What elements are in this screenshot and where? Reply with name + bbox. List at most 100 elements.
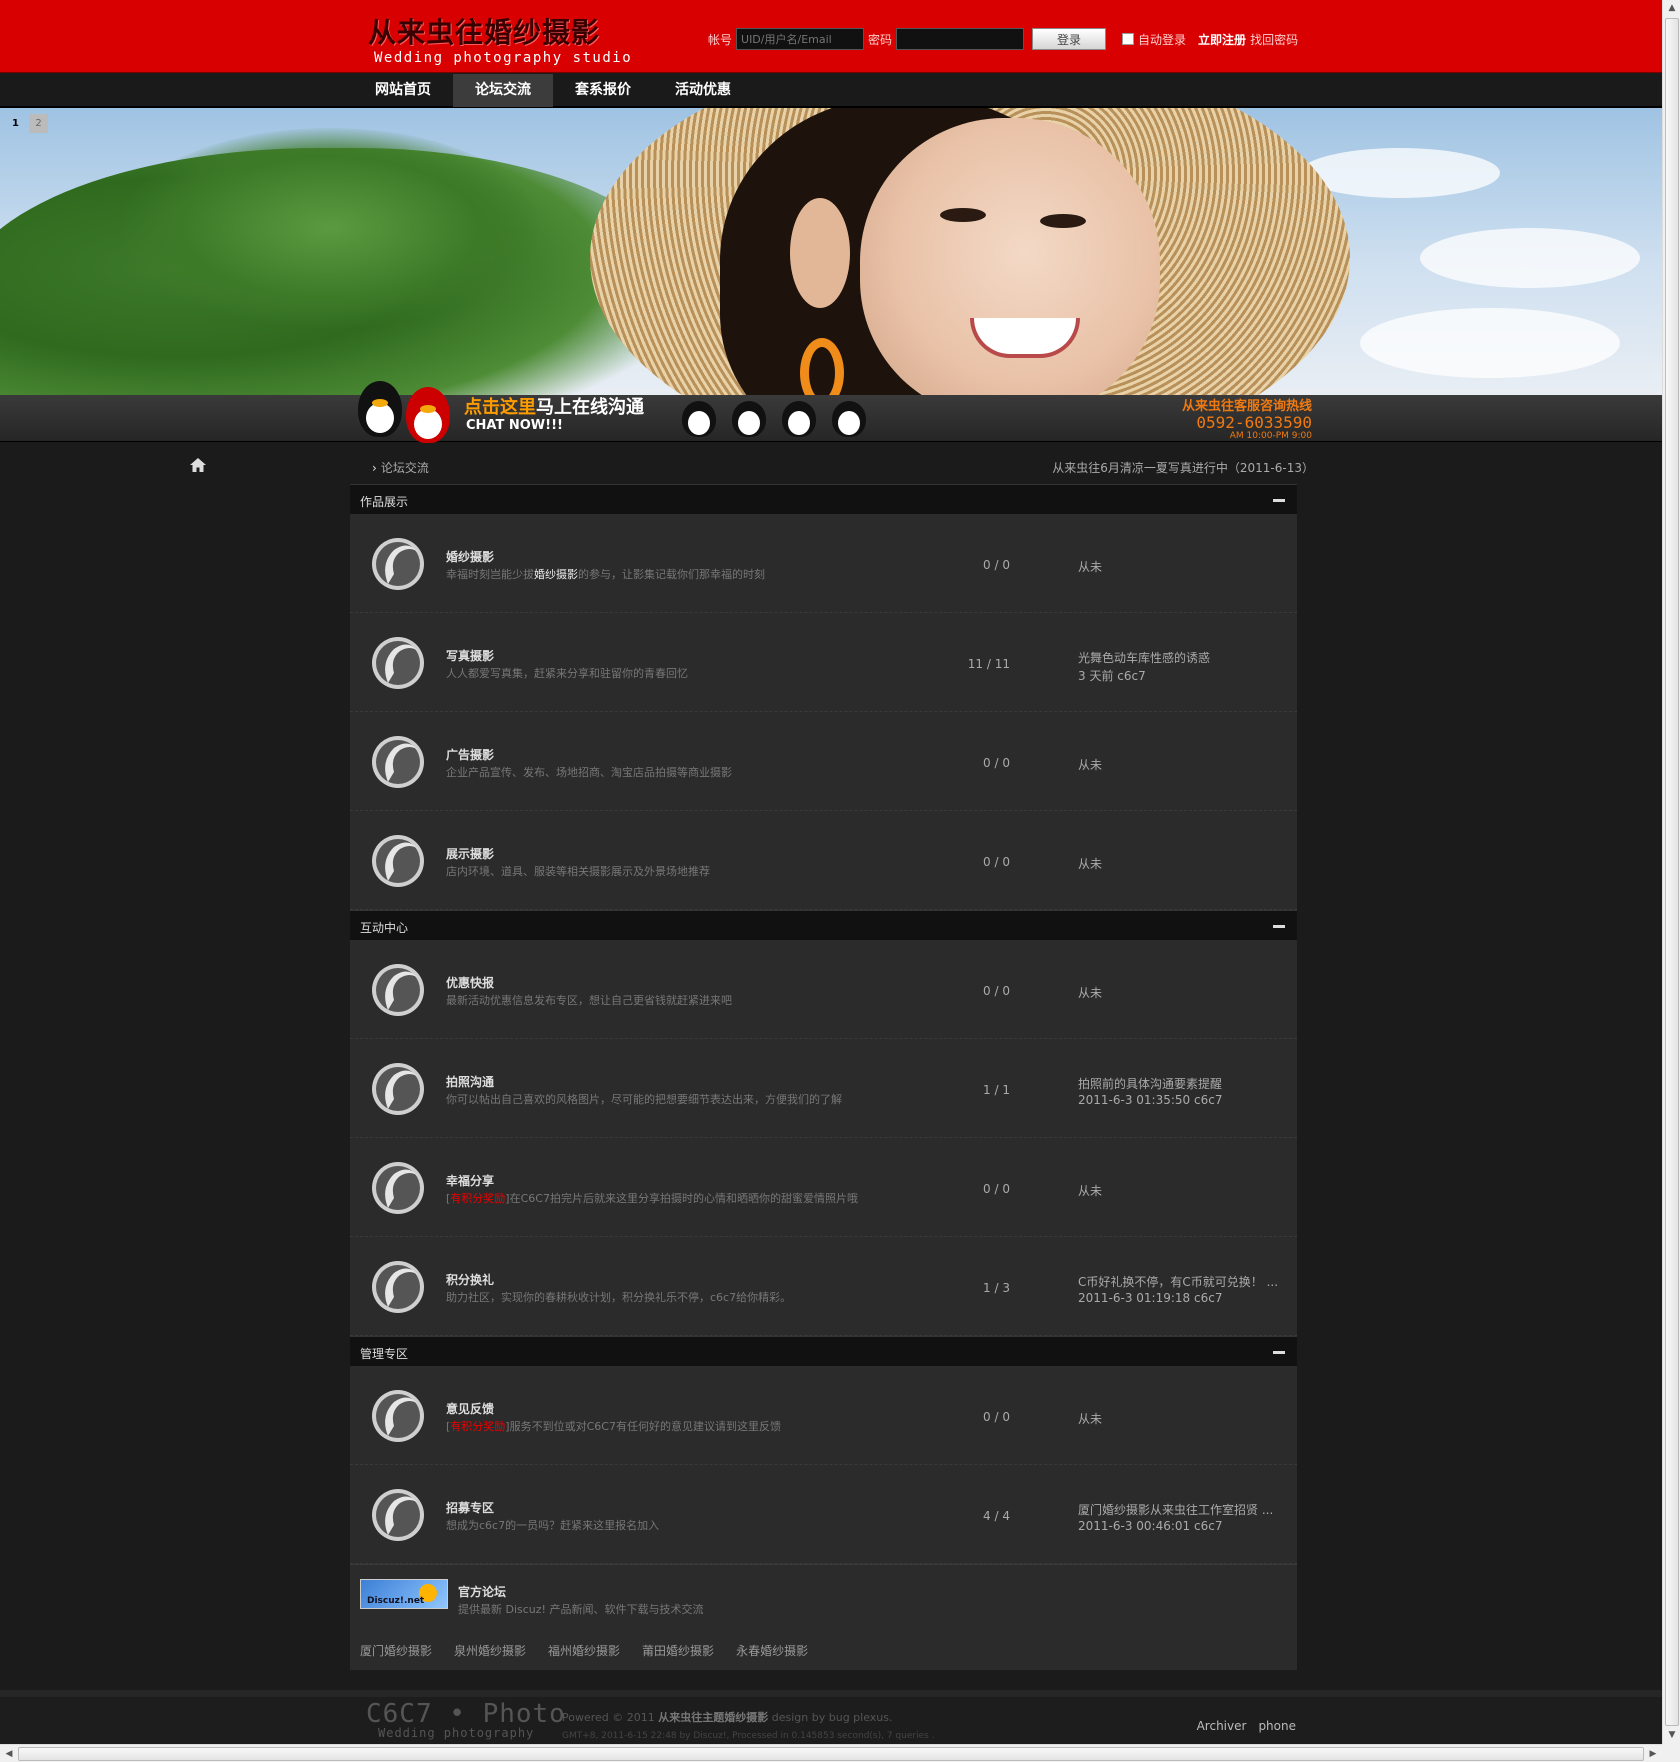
category-title[interactable]: 互动中心	[360, 919, 408, 936]
forum-description: 最新活动优惠信息发布专区，想让自己更省钱就赶紧进来吧	[446, 994, 732, 1007]
nav-promotions[interactable]: 活动优惠	[653, 74, 753, 107]
chat-english: CHAT NOW!!!	[466, 418, 563, 433]
forum-name[interactable]: 幸福分享	[446, 1172, 494, 1189]
forum-description: 幸福时刻岂能少拔婚纱摄影的参与，让影集记载你们那幸福的时刻	[446, 568, 765, 581]
forum-name[interactable]: 拍照沟通	[446, 1073, 494, 1090]
banner-slider[interactable]: 1 2	[0, 108, 1662, 395]
forum-icon[interactable]	[368, 534, 428, 594]
breadcrumb: › 论坛交流	[372, 459, 429, 476]
forum-row: 幸福分享 [有积分奖励]在C6C7拍完片后就来这里分享拍摄时的心情和晒晒你的甜蜜…	[350, 1138, 1297, 1237]
forum-name[interactable]: 婚纱摄影	[446, 548, 494, 565]
qq-contact-icon[interactable]	[832, 401, 866, 437]
collapse-icon[interactable]	[1273, 1351, 1285, 1354]
scroll-left-icon[interactable]: ◀	[0, 1745, 18, 1762]
forum-icon[interactable]	[368, 1386, 428, 1446]
find-password-link[interactable]: 找回密码	[1250, 31, 1298, 48]
login-button[interactable]: 登录	[1032, 28, 1107, 50]
forum-name[interactable]: 积分换礼	[446, 1271, 494, 1288]
reward-tag: 有积分奖励	[450, 1192, 506, 1205]
forum-icon[interactable]	[368, 1257, 428, 1317]
forum-last-post: 从未	[1078, 1412, 1103, 1426]
forum-last-post-info: 2011-6-3 00:46:01 c6c7	[1078, 1519, 1223, 1533]
collapse-icon[interactable]	[1273, 499, 1285, 502]
vertical-scroll-thumb[interactable]	[1665, 18, 1679, 1726]
vertical-scrollbar[interactable]: ▲ ▼	[1662, 0, 1680, 1744]
qq-contact-icon[interactable]	[732, 401, 766, 437]
slider-page-2[interactable]: 2	[29, 114, 48, 133]
forum-row: 婚纱摄影 幸福时刻岂能少拔婚纱摄影的参与，让影集记载你们那幸福的时刻 0 / 0…	[350, 514, 1297, 613]
forum-icon[interactable]	[368, 1158, 428, 1218]
chat-bar: 点击这里马上在线沟通 CHAT NOW!!! 从来虫往客服咨询热线 0592-6…	[0, 381, 1662, 443]
forum-icon[interactable]	[368, 633, 428, 693]
forum-count: 4 / 4	[983, 1509, 1010, 1523]
qq-contact-icon[interactable]	[782, 401, 816, 437]
home-icon[interactable]	[190, 458, 206, 472]
forum-count: 0 / 0	[983, 1410, 1010, 1424]
forum-count: 0 / 0	[983, 558, 1010, 572]
horizontal-scroll-thumb[interactable]	[18, 1747, 1644, 1761]
forum-last-post-title[interactable]: 拍照前的具体沟通要素提醒	[1078, 1075, 1222, 1092]
banner-eye	[940, 208, 986, 222]
forum-icon[interactable]	[368, 732, 428, 792]
hotline: 从来虫往客服咨询热线 0592-6033590 AM 10:00-PM 9:00	[1182, 399, 1312, 441]
scroll-up-icon[interactable]: ▲	[1663, 0, 1680, 17]
announcement[interactable]: 从来虫往6月清凉一夏写真进行中（2011-6-13）	[1052, 459, 1314, 476]
site-logo[interactable]: 从来虫往婚纱摄影 Wedding photography studio	[368, 16, 632, 66]
collapse-icon[interactable]	[1273, 925, 1285, 928]
friend-link[interactable]: 福州婚纱摄影	[548, 1642, 620, 1670]
phone-link[interactable]: phone	[1258, 1719, 1296, 1733]
chat-highlight: 点击这里	[464, 397, 536, 418]
breadcrumb-current[interactable]: 论坛交流	[381, 461, 429, 475]
register-link[interactable]: 立即注册	[1198, 31, 1246, 48]
forum-icon[interactable]	[368, 831, 428, 891]
scroll-right-icon[interactable]: ▶	[1644, 1745, 1662, 1762]
forum-icon[interactable]	[368, 1059, 428, 1119]
banner-cloud	[1420, 228, 1640, 288]
forum-name[interactable]: 优惠快报	[446, 974, 494, 991]
friend-link[interactable]: 泉州婚纱摄影	[454, 1642, 526, 1670]
powered-site-link[interactable]: 从来虫往主题婚纱摄影	[658, 1711, 768, 1724]
forum-count: 11 / 11	[967, 657, 1010, 671]
category-title[interactable]: 作品展示	[360, 493, 408, 510]
forum-last-post-info: 2011-6-3 01:35:50 c6c7	[1078, 1093, 1223, 1107]
nav-home[interactable]: 网站首页	[353, 74, 453, 107]
friend-link[interactable]: 永春婚纱摄影	[736, 1642, 808, 1670]
official-forum-name[interactable]: 官方论坛	[458, 1583, 506, 1600]
forum-last-post-title[interactable]: C币好礼换不停，有C币就可兑换！ ...	[1078, 1273, 1278, 1290]
forum-name[interactable]: 展示摄影	[446, 845, 494, 862]
nav-packages[interactable]: 套系报价	[553, 74, 653, 107]
friend-link[interactable]: 莆田婚纱摄影	[642, 1642, 714, 1670]
horizontal-scrollbar[interactable]: ◀ ▶	[0, 1744, 1662, 1762]
official-forum-description: 提供最新 Discuz! 产品新闻、软件下载与技术交流	[458, 1603, 704, 1616]
forum-board: 作品展示 婚纱摄影 幸福时刻岂能少拔婚纱摄影的参与，让影集记载你们那幸福的时刻 …	[350, 484, 1297, 1670]
archiver-link[interactable]: Archiver	[1197, 1719, 1247, 1733]
discuz-logo[interactable]: Discuz!.net	[360, 1579, 448, 1609]
forum-last-post-title[interactable]: 光舞色动车库性感的诱惑	[1078, 649, 1210, 666]
chat-now-link[interactable]: 点击这里马上在线沟通 CHAT NOW!!!	[464, 397, 644, 433]
forum-name[interactable]: 意见反馈	[446, 1400, 494, 1417]
auto-login-checkbox[interactable]	[1122, 33, 1135, 45]
category-title[interactable]: 管理专区	[360, 1345, 408, 1362]
forum-name[interactable]: 广告摄影	[446, 746, 494, 763]
scroll-down-icon[interactable]: ▼	[1663, 1727, 1680, 1744]
banner-ear	[790, 198, 850, 308]
qq-penguin-icon	[406, 387, 450, 443]
site-footer: C6C7 • Photo Wedding photography Powered…	[0, 1690, 1662, 1746]
nav-forum[interactable]: 论坛交流	[453, 74, 553, 107]
account-input[interactable]	[736, 28, 865, 50]
banner-cloud	[1360, 308, 1620, 378]
forum-count: 0 / 0	[983, 756, 1010, 770]
forum-last-post: 从未	[1078, 986, 1103, 1000]
forum-count: 0 / 0	[983, 1182, 1010, 1196]
forum-icon[interactable]	[368, 960, 428, 1020]
qq-contact-icon[interactable]	[682, 401, 716, 437]
forum-name[interactable]: 写真摄影	[446, 647, 494, 664]
banner-trees	[120, 128, 540, 328]
forum-description: 店内环境、道具、服装等相关摄影展示及外景场地推荐	[446, 865, 710, 878]
friend-link[interactable]: 厦门婚纱摄影	[360, 1642, 432, 1670]
forum-last-post-title[interactable]: 厦门婚纱摄影从来虫往工作室招贤 ...	[1078, 1501, 1273, 1518]
slider-page-1[interactable]: 1	[6, 114, 25, 133]
forum-name[interactable]: 招募专区	[446, 1499, 494, 1516]
password-input[interactable]	[896, 28, 1025, 50]
forum-icon[interactable]	[368, 1485, 428, 1545]
